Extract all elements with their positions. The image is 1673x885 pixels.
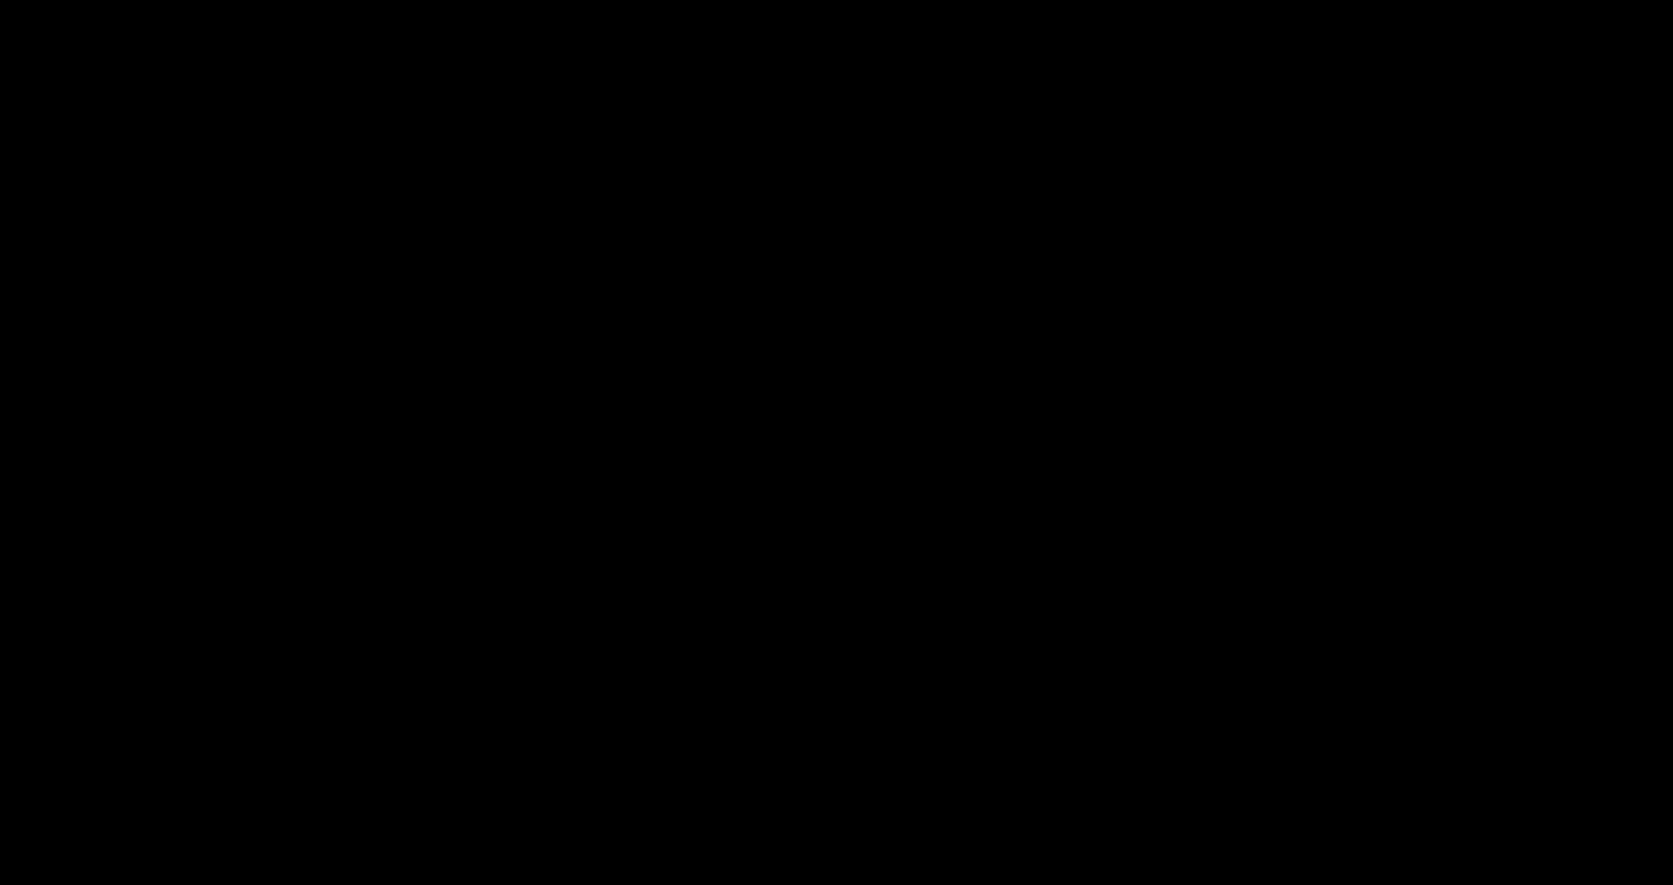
price-chart	[0, 0, 1673, 885]
